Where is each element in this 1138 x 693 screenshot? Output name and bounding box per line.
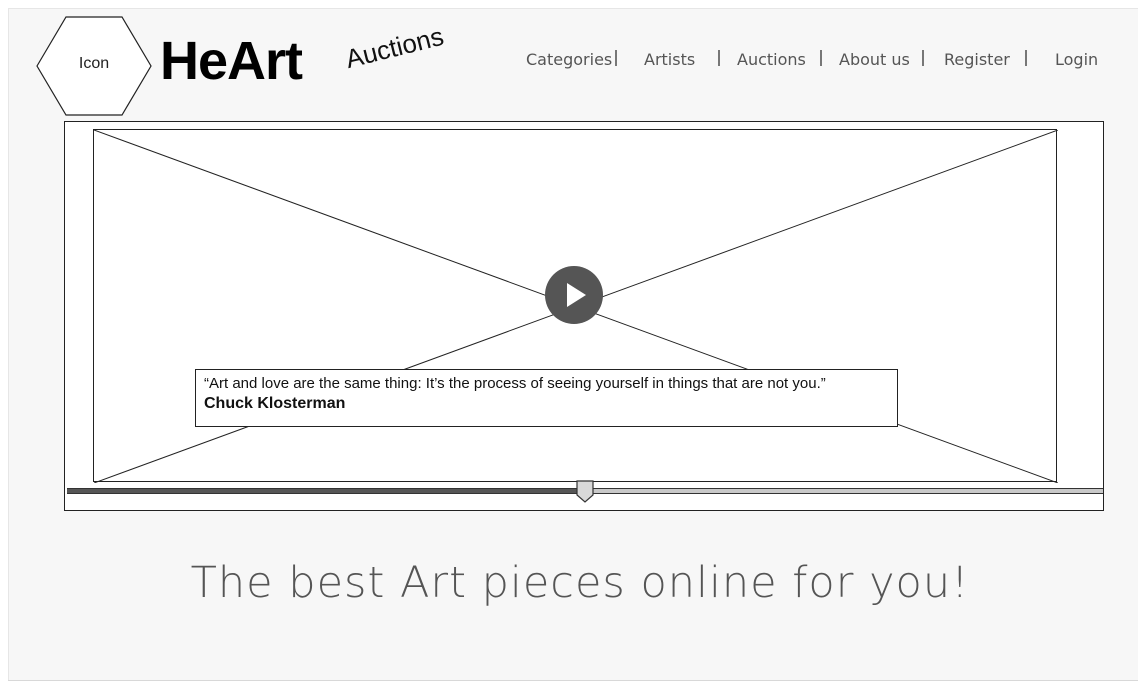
brand-title[interactable]: HeArt — [160, 34, 303, 88]
play-icon — [567, 283, 586, 307]
nav-separator — [1025, 50, 1027, 66]
nav-item-artists[interactable]: Artists — [644, 50, 695, 69]
quote-author: Chuck Klosterman — [204, 395, 346, 412]
logo-icon-label: Icon — [78, 55, 110, 72]
video-seek-bar[interactable] — [67, 480, 1103, 503]
nav-item-login[interactable]: Login — [1055, 50, 1098, 69]
quote-caption: “Art and love are the same thing: It’s t… — [195, 369, 898, 427]
nav-item-about-us[interactable]: About us — [839, 50, 910, 69]
play-button[interactable] — [545, 266, 603, 324]
nav-separator — [820, 50, 822, 66]
quote-text: “Art and love are the same thing: It’s t… — [204, 375, 826, 392]
nav-item-register[interactable]: Register — [944, 50, 1010, 69]
nav-item-auctions[interactable]: Auctions — [737, 50, 806, 69]
nav-separator — [922, 50, 924, 66]
video-player[interactable]: “Art and love are the same thing: It’s t… — [64, 121, 1104, 511]
nav-item-categories[interactable]: Categories — [526, 50, 612, 69]
divider — [8, 680, 1138, 681]
nav-separator — [615, 50, 617, 66]
nav-separator — [718, 50, 720, 66]
seek-thumb[interactable] — [575, 480, 595, 504]
hero-heading: The best Art pieces online for you! — [190, 558, 970, 608]
seek-progress — [67, 489, 585, 493]
